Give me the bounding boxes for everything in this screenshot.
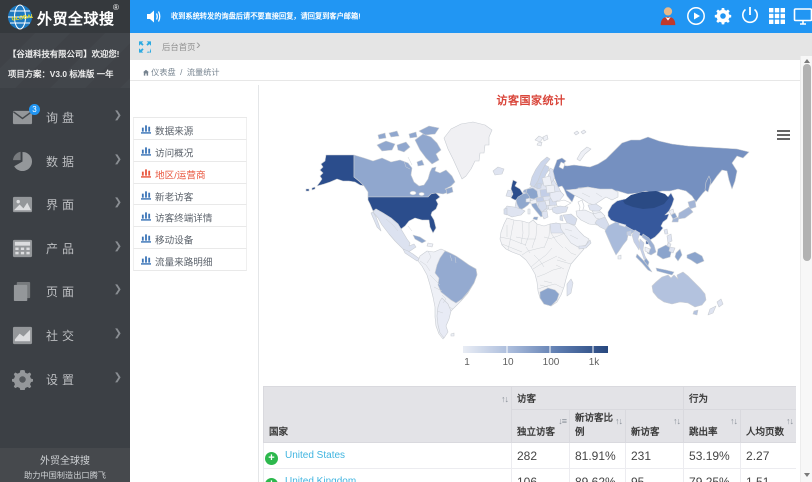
svg-text:100: 100 bbox=[543, 357, 560, 368]
svg-text:1: 1 bbox=[464, 357, 470, 368]
svg-text:1k: 1k bbox=[589, 357, 601, 368]
svg-text:10: 10 bbox=[502, 357, 514, 368]
